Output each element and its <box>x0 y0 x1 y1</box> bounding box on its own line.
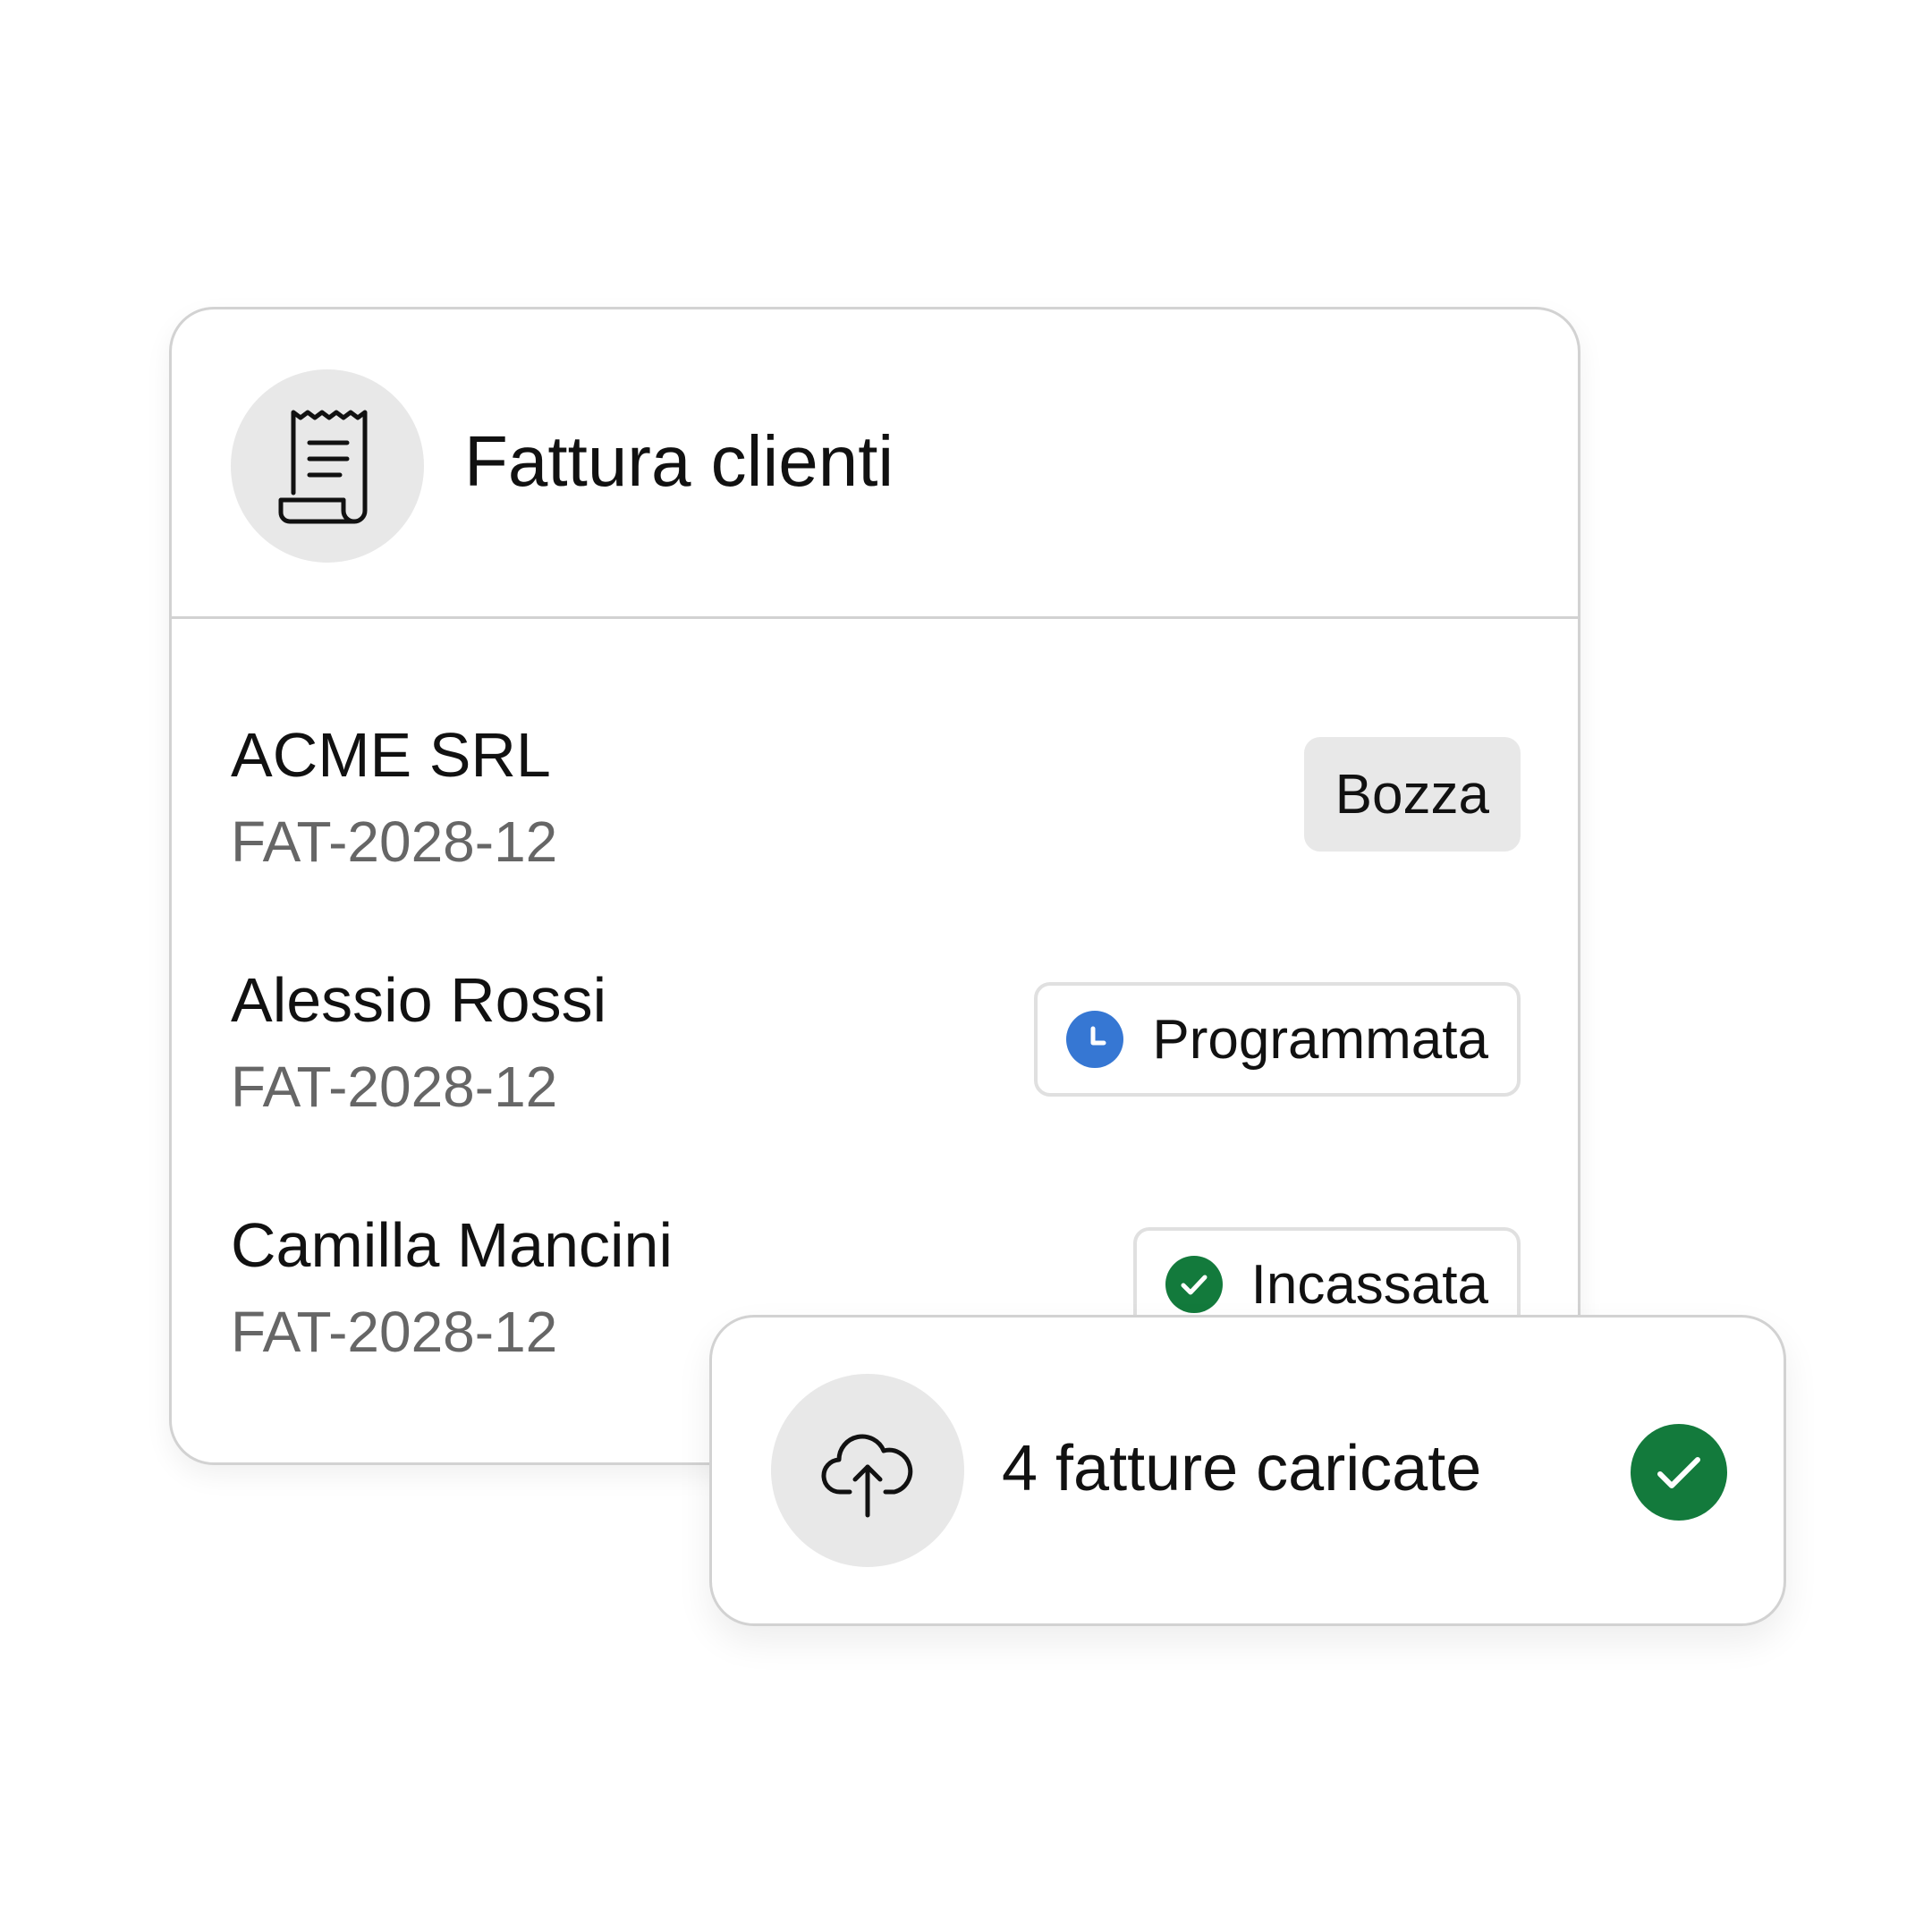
check-circle-icon <box>1631 1424 1727 1521</box>
status-label: Programmata <box>1152 1008 1488 1071</box>
invoice-code: FAT-2028-12 <box>231 1300 558 1364</box>
status-badge-draft: Bozza <box>1303 737 1521 852</box>
customer-name: Camilla Mancini <box>231 1210 674 1280</box>
clock-icon <box>1066 1011 1124 1068</box>
invoice-card: Fattura clienti ACME SRL FAT-2028-12 Boz… <box>169 307 1580 1465</box>
upload-status-text: 4 fatture caricate <box>1002 1433 1482 1504</box>
cloud-upload-icon <box>821 1434 913 1518</box>
status-label: Bozza <box>1335 763 1489 826</box>
status-badge-scheduled: Programmata <box>1034 982 1521 1097</box>
invoice-row[interactable]: Alessio Rossi FAT-2028-12 Programmata <box>172 969 1578 1165</box>
card-title: Fattura clienti <box>464 421 894 501</box>
card-header: Fattura clienti <box>172 309 1578 619</box>
upload-icon-circle <box>771 1374 964 1567</box>
invoice-code: FAT-2028-12 <box>231 1055 558 1119</box>
receipt-icon <box>278 410 368 524</box>
receipt-icon-circle <box>231 369 424 563</box>
status-label: Incassata <box>1250 1253 1488 1316</box>
invoice-code: FAT-2028-12 <box>231 809 558 874</box>
customer-name: Alessio Rossi <box>231 965 607 1035</box>
invoice-row[interactable]: ACME SRL FAT-2028-12 Bozza <box>172 724 1578 920</box>
upload-toast: 4 fatture caricate <box>709 1315 1786 1626</box>
check-icon <box>1165 1256 1223 1313</box>
customer-name: ACME SRL <box>231 720 551 790</box>
